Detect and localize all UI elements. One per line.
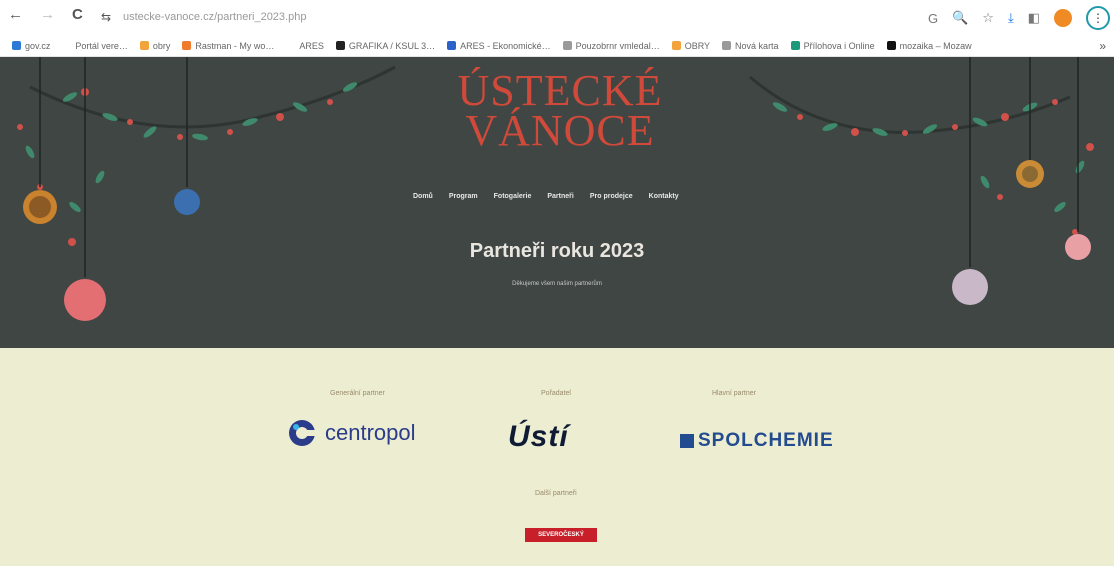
- back-button[interactable]: ←: [8, 6, 23, 23]
- site-navigation: Domů Program Fotogalerie Partneři Pro pr…: [413, 193, 679, 200]
- zoom-icon[interactable]: 🔍: [952, 10, 968, 26]
- bookmark-favicon-icon: [790, 41, 800, 50]
- centropol-logo[interactable]: centropol: [287, 418, 416, 448]
- organizer-label: Pořadatel: [541, 390, 571, 397]
- bookmark-favicon-icon: [335, 41, 345, 50]
- bookmark-favicon-icon: [12, 41, 21, 50]
- forward-button[interactable]: →: [40, 6, 55, 23]
- bookmark-label: ARES - Ekonomické…: [460, 40, 551, 51]
- address-bar[interactable]: ⇆ ustecke-vanoce.cz/partneri_2023.php: [95, 7, 925, 27]
- bookmark-item[interactable]: ARES: [286, 41, 324, 51]
- spolchemie-mark-icon: [680, 434, 694, 448]
- bookmark-favicon-icon: [722, 41, 732, 50]
- profile-avatar[interactable]: [1054, 9, 1072, 27]
- bookmark-favicon-icon: [671, 41, 681, 50]
- bookmark-item[interactable]: GRAFIKA / KSUL 3…: [335, 40, 436, 51]
- nav-item-domu[interactable]: Domů: [413, 193, 433, 200]
- centropol-mark-icon: [289, 420, 317, 446]
- other-partners-label: Další partneři: [535, 490, 577, 497]
- bookmark-label: Pouzobrnr vmledal…: [575, 40, 660, 51]
- bookmark-label: Rastman - My wo…: [195, 40, 275, 51]
- bookmark-favicon-icon: [562, 41, 572, 50]
- bookmark-label: GRAFIKA / KSUL 3…: [348, 40, 436, 51]
- bookmark-favicon-icon: [286, 41, 296, 50]
- bookmark-label: ARES: [299, 40, 324, 51]
- bookmark-favicon-icon: [886, 41, 896, 50]
- bookmark-label: Portál vere…: [75, 40, 128, 51]
- bookmark-favicon-icon: [139, 41, 149, 50]
- bookmarks-overflow-button[interactable]: »: [1099, 39, 1106, 53]
- nav-item-kontakty[interactable]: Kontakty: [649, 193, 679, 200]
- url-text: ustecke-vanoce.cz/partneri_2023.php: [123, 11, 307, 23]
- nav-item-fotogalerie[interactable]: Fotogalerie: [494, 193, 532, 200]
- bookmark-item[interactable]: mozaika – Mozaw: [886, 40, 972, 51]
- site-info-icon[interactable]: ⇆: [101, 7, 111, 27]
- partners-section: Generální partner Pořadatel Hlavní partn…: [0, 348, 1114, 566]
- bookmark-item[interactable]: Portál vere…: [62, 41, 128, 51]
- spolchemie-logo[interactable]: SPOLCHEMIE: [680, 430, 834, 452]
- bookmark-label: Nová karta: [735, 40, 779, 51]
- page-subtitle: Děkujeme všem našim partnerům: [512, 281, 602, 287]
- bookmark-item[interactable]: gov.cz: [12, 41, 50, 51]
- logo-line2: VÁNOCE: [465, 106, 655, 155]
- main-partner-label: Hlavní partner: [712, 390, 756, 397]
- logo-line1: ÚSTECKÉ: [457, 66, 663, 115]
- bookmark-item[interactable]: ARES - Ekonomické…: [447, 41, 551, 51]
- star-icon[interactable]: ☆: [982, 10, 994, 26]
- side-panel-icon[interactable]: ◧: [1028, 10, 1040, 26]
- bookmarks-bar: gov.cz Portál vere… obry Rastman - My wo… AR…: [0, 35, 1114, 57]
- download-icon[interactable]: ⤓: [1008, 10, 1014, 26]
- nav-item-program[interactable]: Program: [449, 193, 478, 200]
- bookmark-item[interactable]: OBRY: [671, 40, 711, 51]
- bookmark-label: obry: [152, 40, 171, 51]
- nav-item-partneri[interactable]: Partneři: [547, 193, 573, 200]
- spolchemie-text: SPOLCHEMIE: [698, 430, 834, 451]
- bookmark-label: gov.cz: [25, 40, 51, 51]
- bookmark-favicon-icon: [182, 41, 192, 50]
- toolbar-icons: G 🔍 ☆ ⤓ ◧ ⋮: [928, 6, 1110, 30]
- bookmark-label: OBRY: [684, 40, 711, 51]
- general-partner-label: Generální partner: [330, 390, 385, 397]
- other-partner-logo[interactable]: SEVEROČESKÝ: [525, 528, 597, 542]
- hero-section: ÚSTECKÉ VÁNOCE Domů Program Fotogalerie …: [0, 57, 1114, 348]
- bookmark-item[interactable]: Pouzobrnr vmledal…: [562, 40, 660, 51]
- bookmark-item[interactable]: Nová karta: [722, 41, 779, 51]
- bookmark-item[interactable]: Přílohova i Online: [790, 40, 875, 51]
- bookmark-favicon-icon: [62, 41, 72, 50]
- nav-item-pro-prodejce[interactable]: Pro prodejce: [590, 193, 633, 200]
- site-logo[interactable]: ÚSTECKÉ VÁNOCE: [440, 66, 680, 155]
- bookmark-item[interactable]: Rastman - My wo…: [182, 41, 274, 51]
- menu-icon[interactable]: ⋮: [1086, 6, 1110, 30]
- browser-toolbar: ← → C ⇆ ustecke-vanoce.cz/partneri_2023.…: [0, 0, 1114, 35]
- centropol-text: centropol: [325, 420, 416, 445]
- bookmark-label: mozaika – Mozaw: [899, 40, 972, 51]
- bookmark-favicon-icon: [447, 41, 457, 50]
- bookmark-item[interactable]: obry: [139, 40, 171, 51]
- translate-icon[interactable]: G: [928, 11, 938, 26]
- usti-logo[interactable]: Ústí: [508, 420, 569, 454]
- bookmark-label: Přílohova i Online: [803, 40, 875, 51]
- reload-button[interactable]: C: [72, 6, 83, 23]
- page-title: Partneři roku 2023: [469, 240, 645, 262]
